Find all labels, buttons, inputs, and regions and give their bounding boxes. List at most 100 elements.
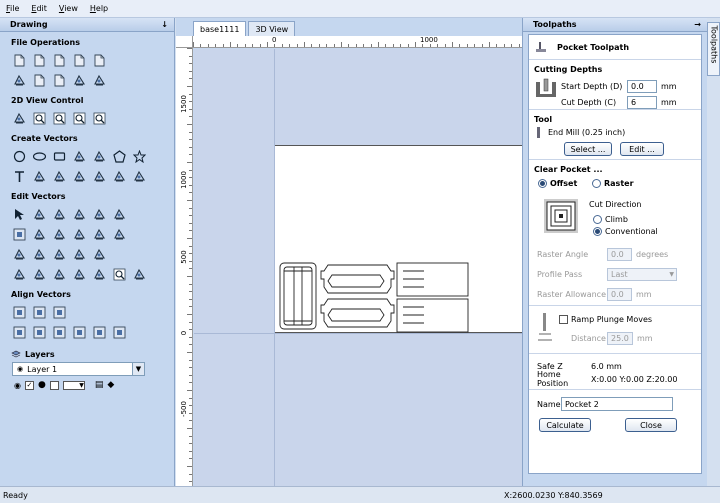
layer-visible-checkbox[interactable]: ✓ (24, 380, 34, 390)
align-right-icon[interactable] (32, 325, 47, 340)
dimension-icon[interactable] (52, 169, 67, 184)
extend-icon[interactable] (72, 267, 87, 282)
chevron-down-icon[interactable]: ▼ (132, 363, 144, 375)
gear-shape-icon[interactable] (92, 169, 107, 184)
ramp-distance-input[interactable]: 25.0 (607, 331, 633, 345)
align-bottom-icon[interactable] (72, 325, 87, 340)
layer-visible-icon[interactable]: ◉ (14, 381, 21, 390)
layer-lock-checkbox[interactable] (49, 380, 59, 390)
tab-3d-view[interactable]: 3D View (248, 21, 296, 36)
layer-manager-icon[interactable]: ▤ (95, 380, 104, 390)
text-icon[interactable] (12, 169, 27, 184)
toolpaths-side-tab[interactable]: Toolpaths (707, 22, 720, 76)
nest-icon[interactable] (132, 267, 147, 282)
export-icon[interactable] (92, 53, 107, 68)
calculate-button[interactable]: Calculate (539, 418, 591, 432)
select-draw-icon[interactable] (132, 169, 147, 184)
menu-edit[interactable]: Edit (31, 4, 47, 13)
rotate-icon[interactable] (112, 207, 127, 222)
paste-icon[interactable] (52, 73, 67, 88)
undo-icon[interactable] (72, 73, 87, 88)
zoom-box-icon[interactable] (32, 111, 47, 126)
mirror-icon[interactable] (32, 227, 47, 242)
zoom-all-icon[interactable] (52, 111, 67, 126)
pin-icon[interactable]: ↓ (161, 20, 168, 29)
array-icon[interactable] (52, 227, 67, 242)
tab-base1111[interactable]: base1111 (193, 21, 247, 36)
trim-icon[interactable] (92, 247, 107, 262)
align-vertical-icon[interactable] (52, 305, 67, 320)
pin-icon[interactable]: → (694, 20, 701, 29)
zoom-extents-icon[interactable] (72, 111, 87, 126)
subtract-icon[interactable] (32, 247, 47, 262)
ruler-tick (187, 48, 192, 49)
text-on-curve-icon[interactable] (32, 169, 47, 184)
ungroup-icon[interactable] (92, 227, 107, 242)
conventional-radio[interactable] (593, 226, 602, 236)
rectangle-icon[interactable] (52, 149, 67, 164)
align-top-icon[interactable] (52, 325, 67, 340)
layer-settings-icon[interactable]: ◆ (107, 380, 114, 390)
chamfer-icon[interactable] (52, 267, 67, 282)
2d-view[interactable] (194, 49, 522, 486)
fillet-icon[interactable] (32, 267, 47, 282)
form-title: Pocket Toolpath (557, 42, 630, 52)
raster-radio[interactable] (592, 178, 601, 188)
group-icon[interactable] (72, 227, 87, 242)
align-left-icon[interactable] (12, 325, 27, 340)
align-center-icon[interactable] (12, 305, 27, 320)
select-icon[interactable] (12, 207, 27, 222)
scale-icon[interactable] (92, 207, 107, 222)
new-file-icon[interactable] (12, 53, 27, 68)
layer-dropdown[interactable]: ◉ Layer 1 ▼ (12, 362, 145, 376)
copy-icon[interactable] (32, 73, 47, 88)
raster-angle-input[interactable]: 0.0 (607, 247, 632, 261)
circle-icon[interactable] (12, 149, 27, 164)
toolpath-name-input[interactable]: Pocket 2 (561, 397, 673, 411)
transform-icon[interactable] (52, 207, 67, 222)
intersect-icon[interactable] (52, 247, 67, 262)
start-depth-input[interactable]: 0.0 (627, 79, 657, 93)
node-edit-icon[interactable] (32, 207, 47, 222)
profile-pass-dropdown[interactable]: Last ▼ (607, 267, 677, 281)
fit-view-icon[interactable] (92, 111, 107, 126)
close-button[interactable]: Close (625, 418, 677, 432)
align-icon[interactable] (12, 227, 27, 242)
save-icon[interactable] (52, 53, 67, 68)
align-middle-icon[interactable] (92, 325, 107, 340)
ellipse-icon[interactable] (32, 149, 47, 164)
redo-icon[interactable] (92, 73, 107, 88)
join-icon[interactable] (112, 227, 127, 242)
menu-view[interactable]: View (59, 4, 78, 13)
close-vector-icon[interactable] (92, 267, 107, 282)
layer-color-picker[interactable]: ▼ (62, 380, 85, 390)
vector-shapes[interactable] (194, 49, 522, 486)
align-page-icon[interactable] (112, 325, 127, 340)
layer-lock-icon[interactable]: ● (38, 380, 46, 390)
ramp-plunge-checkbox[interactable] (559, 314, 568, 324)
smooth-icon[interactable] (12, 267, 27, 282)
menu-file[interactable]: File (6, 4, 19, 13)
star-icon[interactable] (132, 149, 147, 164)
cut-icon[interactable] (12, 73, 27, 88)
import-icon[interactable] (72, 53, 87, 68)
polygon-icon[interactable] (112, 149, 127, 164)
dog-bone-icon[interactable] (112, 169, 127, 184)
raster-allowance-input[interactable]: 0.0 (607, 287, 632, 301)
weld-icon[interactable] (12, 247, 27, 262)
select-tool-button[interactable]: Select ... (564, 142, 612, 156)
polyline-icon[interactable] (72, 149, 87, 164)
move-icon[interactable] (72, 207, 87, 222)
open-file-icon[interactable] (32, 53, 47, 68)
menu-help[interactable]: Help (90, 4, 108, 13)
offset-icon[interactable] (72, 247, 87, 262)
pan-icon[interactable] (12, 111, 27, 126)
fit-curve-icon[interactable] (112, 267, 127, 282)
ruler-h-label: 0 (272, 36, 277, 44)
cut-depth-input[interactable]: 6 (627, 95, 657, 109)
arc-text-icon[interactable] (72, 169, 87, 184)
spiral-icon[interactable] (92, 149, 107, 164)
offset-radio[interactable] (538, 178, 547, 188)
edit-tool-button[interactable]: Edit ... (620, 142, 664, 156)
align-horizontal-icon[interactable] (32, 305, 47, 320)
